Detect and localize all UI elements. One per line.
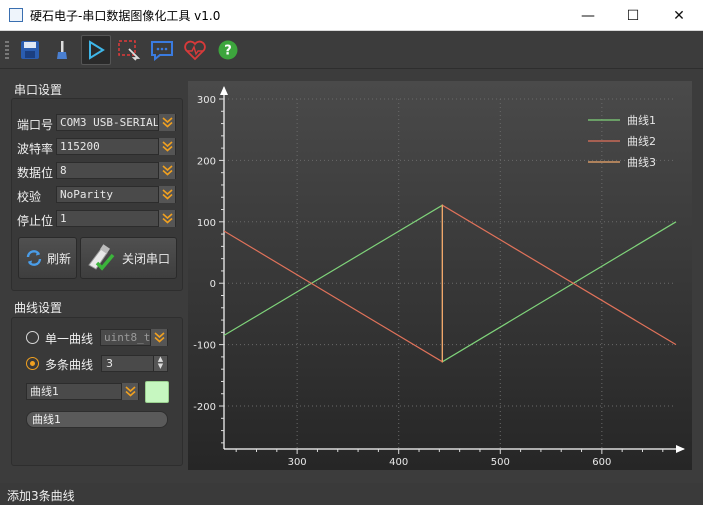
- port-label: 端口号: [17, 118, 54, 132]
- stopbits-value: 1: [60, 212, 67, 225]
- curve-select-value: 曲线1: [30, 385, 59, 398]
- maximize-icon: ☐: [626, 7, 640, 24]
- app-icon: [9, 8, 23, 22]
- legend-label: 曲线2: [627, 134, 656, 148]
- help-icon: ?: [218, 40, 238, 60]
- play-icon: [89, 40, 105, 60]
- status-bar: 添加3条曲线: [0, 483, 703, 505]
- chevron-down-icon[interactable]: [121, 383, 138, 400]
- y-tick-label: 300: [197, 95, 216, 106]
- stopbits-select[interactable]: 1: [56, 210, 176, 227]
- close-port-button[interactable]: 关闭串口: [80, 237, 177, 279]
- y-tick-label: -200: [193, 402, 216, 413]
- multi-curve-radio[interactable]: [26, 357, 39, 370]
- svg-text:?: ?: [224, 44, 232, 59]
- curve-name-field[interactable]: 曲线1: [26, 411, 168, 428]
- start-button[interactable]: [81, 35, 111, 65]
- toolbar-grip[interactable]: [5, 41, 9, 59]
- minimize-button[interactable]: —: [565, 0, 611, 31]
- chevron-down-icon[interactable]: [158, 138, 175, 155]
- y-axis-arrow: [220, 86, 228, 95]
- x-tick-label: 400: [389, 457, 408, 468]
- x-axis-arrow: [676, 445, 685, 453]
- close-icon: ✕: [673, 7, 685, 24]
- x-tick-label: 300: [288, 457, 307, 468]
- spin-arrows-icon[interactable]: ▲ ▼: [153, 356, 167, 371]
- chevron-down-icon[interactable]: [150, 329, 167, 346]
- parity-label: 校验: [17, 190, 42, 204]
- toolbar: ?: [0, 31, 703, 69]
- chevron-down-icon[interactable]: [158, 114, 175, 131]
- parity-value: NoParity: [60, 188, 113, 201]
- y-tick-label: 200: [197, 156, 216, 167]
- chart-panel: 300 400 500 600 300 200 100 0 -100 -200 曲线1 曲线2 曲线3: [188, 81, 692, 470]
- databits-select[interactable]: 8: [56, 162, 176, 179]
- curve-color-button[interactable]: [145, 381, 169, 403]
- chevron-down-icon[interactable]: [158, 210, 175, 227]
- databits-label: 数据位: [17, 166, 54, 180]
- comment-icon: [151, 41, 173, 61]
- curve-select[interactable]: 曲线1: [26, 383, 139, 400]
- clear-button[interactable]: [47, 35, 77, 65]
- curve-name-value: 曲线1: [32, 413, 61, 426]
- select-icon: [118, 40, 141, 61]
- serial-group-title: 串口设置: [14, 83, 63, 97]
- chevron-down-icon[interactable]: [158, 186, 175, 203]
- curve-count-spinbox[interactable]: 3 ▲ ▼: [101, 355, 168, 372]
- baud-label: 波特率: [17, 142, 54, 156]
- message-button[interactable]: [147, 35, 177, 65]
- legend-label: 曲线1: [627, 113, 656, 127]
- parity-select[interactable]: NoParity: [56, 186, 176, 203]
- close-port-label: 关闭串口: [122, 251, 171, 266]
- refresh-button[interactable]: 刷新: [18, 237, 77, 279]
- y-tick-label: 100: [197, 218, 216, 229]
- x-tick-label: 600: [592, 457, 611, 468]
- line-chart[interactable]: 300 400 500 600 300 200 100 0 -100 -200 曲线1 曲线2 曲线3: [188, 81, 692, 470]
- x-tick-label: 500: [491, 457, 510, 468]
- usb-check-icon: [88, 244, 115, 271]
- port-value: COM3 USB-SERIAL: [60, 116, 160, 129]
- title-bar: 硬石电子-串口数据图像化工具 v1.0 — ☐ ✕: [0, 0, 703, 31]
- refresh-icon: [26, 250, 42, 266]
- y-tick-label: -100: [193, 341, 216, 352]
- help-button[interactable]: ?: [213, 35, 243, 65]
- save-icon: [21, 41, 39, 59]
- baud-select[interactable]: 115200: [56, 138, 176, 155]
- brush-icon: [57, 41, 67, 59]
- single-type-value: uint8_t: [104, 331, 151, 344]
- status-message: 添加3条曲线: [7, 489, 75, 503]
- maximize-button[interactable]: ☐: [610, 0, 656, 31]
- multi-curve-label: 多条曲线: [45, 358, 94, 372]
- y-tick-label: 0: [210, 279, 216, 290]
- single-type-select[interactable]: uint8_t: [100, 329, 168, 346]
- heartbeat-button[interactable]: [180, 35, 210, 65]
- capture-button[interactable]: [114, 35, 144, 65]
- port-select[interactable]: COM3 USB-SERIAL: [56, 114, 176, 131]
- curve-count-value: 3: [106, 357, 113, 370]
- single-curve-label: 单一曲线: [45, 332, 94, 346]
- baud-value: 115200: [60, 140, 100, 153]
- window-title: 硬石电子-串口数据图像化工具 v1.0: [30, 9, 221, 23]
- save-button[interactable]: [15, 35, 45, 65]
- legend-label: 曲线3: [627, 155, 656, 169]
- minimize-icon: —: [581, 7, 595, 24]
- single-curve-radio[interactable]: [26, 331, 39, 344]
- refresh-label: 刷新: [47, 251, 72, 266]
- stopbits-label: 停止位: [17, 214, 54, 228]
- chevron-down-icon[interactable]: [158, 162, 175, 179]
- curve-group-title: 曲线设置: [14, 301, 63, 315]
- databits-value: 8: [60, 164, 67, 177]
- close-button[interactable]: ✕: [656, 0, 702, 31]
- heartbeat-icon: [184, 40, 206, 61]
